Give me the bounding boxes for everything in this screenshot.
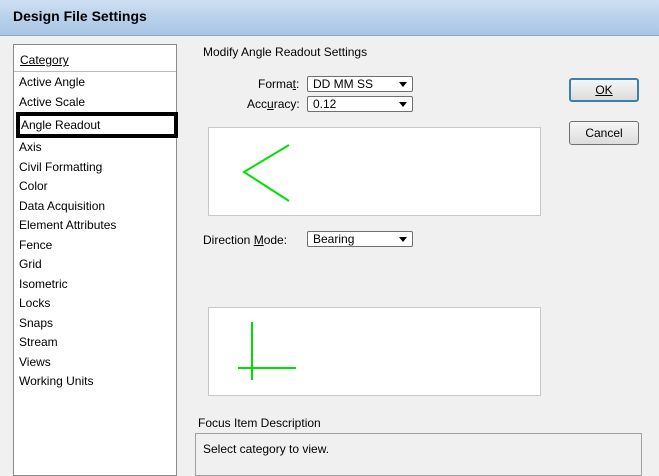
category-item[interactable]: Views xyxy=(14,353,176,373)
chevron-down-icon xyxy=(399,237,407,242)
ok-button[interactable]: OK xyxy=(569,78,639,102)
title-bar: Design File Settings xyxy=(0,0,659,36)
category-item[interactable]: Data Acquisition xyxy=(14,197,176,217)
category-list[interactable]: Category Active Angle Active Scale Angle R… xyxy=(13,44,178,476)
category-header-label: Category xyxy=(20,53,69,67)
window-title: Design File Settings xyxy=(13,8,147,24)
direction-mode-value: Bearing xyxy=(313,232,355,246)
category-item[interactable]: Stream xyxy=(14,333,176,353)
format-label: Format: xyxy=(258,77,300,91)
format-dropdown[interactable]: DD MM SS xyxy=(307,76,413,92)
focus-item-text: Select category to view. xyxy=(203,442,330,456)
direction-mode-label: Direction Mode: xyxy=(203,233,288,247)
direction-preview-icon xyxy=(238,322,296,380)
category-item[interactable]: Active Angle xyxy=(14,73,176,93)
focus-item-description: Select category to view. xyxy=(195,433,642,476)
accuracy-dropdown[interactable]: 0.12 xyxy=(307,96,413,112)
category-item[interactable]: Angle Readout xyxy=(16,112,178,138)
category-item[interactable]: Grid xyxy=(14,255,176,275)
cancel-button-label: Cancel xyxy=(585,126,623,140)
category-item[interactable]: Snaps xyxy=(14,314,176,334)
category-item[interactable]: Fence xyxy=(14,236,176,256)
category-item[interactable]: Active Scale xyxy=(14,93,176,113)
focus-item-label: Focus Item Description xyxy=(198,416,321,430)
format-value: DD MM SS xyxy=(313,77,373,91)
chevron-down-icon xyxy=(399,102,407,107)
angle-preview xyxy=(208,127,541,216)
ok-button-label: OK xyxy=(595,83,613,97)
angle-preview-icon xyxy=(242,144,290,202)
accuracy-label: Accuracy: xyxy=(247,97,300,111)
category-item[interactable]: Locks xyxy=(14,294,176,314)
category-items: Active Angle Active Scale Angle Readout Axi… xyxy=(14,73,178,392)
category-header[interactable]: Category xyxy=(14,45,176,72)
direction-mode-dropdown[interactable]: Bearing xyxy=(307,231,413,247)
cancel-button[interactable]: Cancel xyxy=(569,121,639,145)
category-item[interactable]: Color xyxy=(14,177,176,197)
direction-preview xyxy=(208,307,541,396)
chevron-down-icon xyxy=(399,82,407,87)
settings-heading: Modify Angle Readout Settings xyxy=(203,45,368,59)
category-item[interactable]: Isometric xyxy=(14,275,176,295)
accuracy-value: 0.12 xyxy=(313,97,337,111)
category-item[interactable]: Element Attributes xyxy=(14,216,176,236)
category-item[interactable]: Working Units xyxy=(14,372,176,392)
category-item[interactable]: Civil Formatting xyxy=(14,158,176,178)
category-item[interactable]: Axis xyxy=(14,138,176,158)
